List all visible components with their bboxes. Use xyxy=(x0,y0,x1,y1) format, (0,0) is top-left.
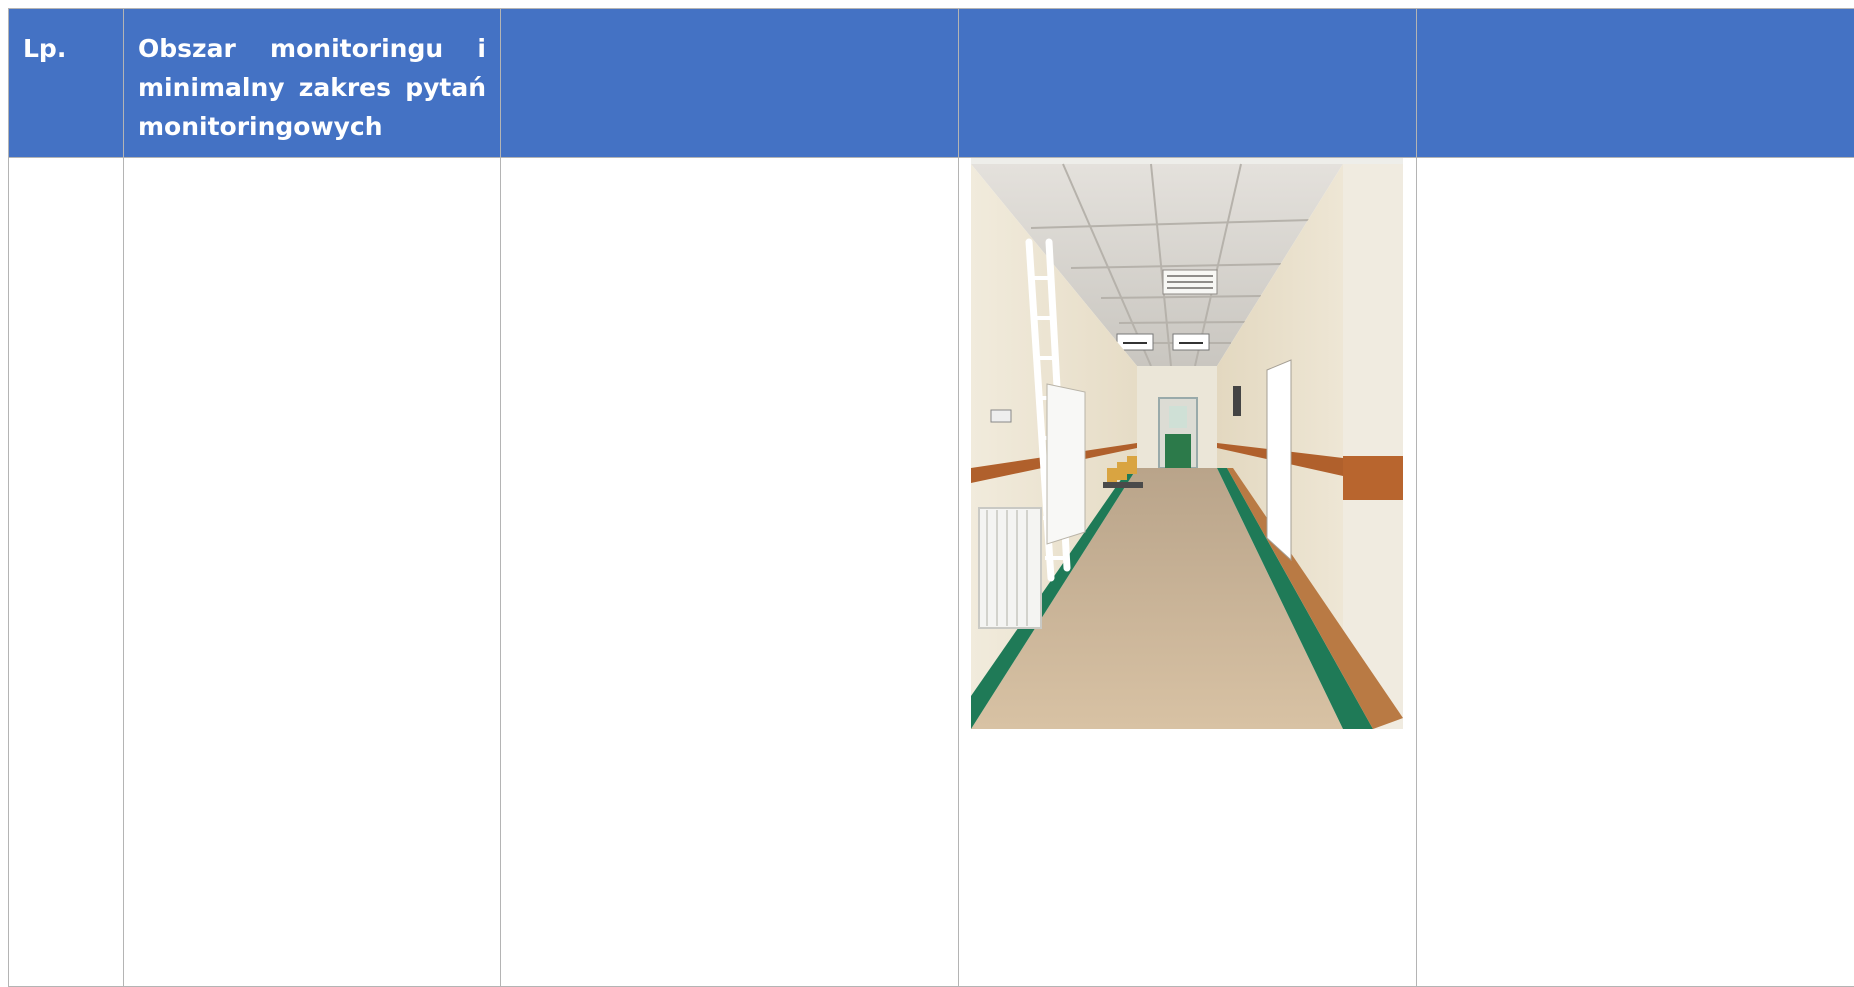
header-label-lp: Lp. xyxy=(23,34,67,63)
body-cell-photo xyxy=(958,157,1417,987)
body-cell-1 xyxy=(8,157,124,987)
header-cell-5 xyxy=(1416,8,1854,158)
body-cell-3 xyxy=(500,157,959,987)
header-cell-3 xyxy=(500,8,959,158)
header-cell-4 xyxy=(958,8,1417,158)
header-label-area: Obszar monitoringu i minimalny zakres py… xyxy=(138,34,486,141)
body-cell-5 xyxy=(1416,157,1854,987)
hospital-corridor-photo xyxy=(971,158,1403,729)
header-cell-lp: Lp. xyxy=(8,8,124,158)
table-row xyxy=(8,157,1854,987)
monitoring-table: Lp. Obszar monitoringu i minimalny zakre… xyxy=(8,8,1854,987)
header-cell-area: Obszar monitoringu i minimalny zakres py… xyxy=(123,8,501,158)
body-cell-2 xyxy=(123,157,501,987)
header-row: Lp. Obszar monitoringu i minimalny zakre… xyxy=(8,8,1854,158)
